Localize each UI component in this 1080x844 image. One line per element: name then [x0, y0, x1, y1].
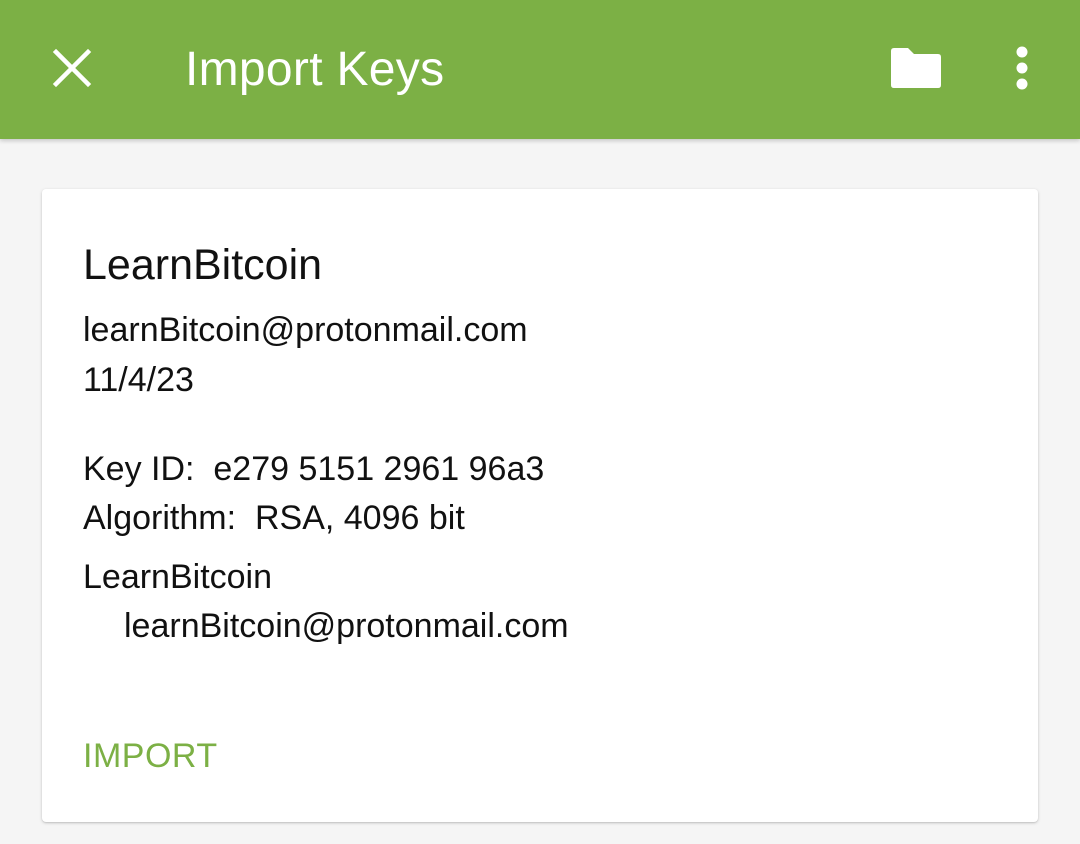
close-icon: [52, 48, 92, 88]
open-folder-button[interactable]: [880, 36, 952, 100]
algorithm-label: Algorithm:: [83, 499, 237, 537]
import-button[interactable]: IMPORT: [83, 734, 218, 778]
key-id-label: Key ID:: [83, 450, 195, 488]
page-title: Import Keys: [185, 43, 445, 96]
user-id-name: LearnBitcoin: [83, 558, 273, 596]
folder-icon: [891, 48, 941, 88]
app-bar: Import Keys: [0, 0, 1080, 139]
key-id-value: e279 5151 2961 96a3: [213, 450, 545, 488]
more-options-button[interactable]: [992, 36, 1052, 100]
key-id-row: Key ID: e279 5151 2961 96a3: [83, 447, 544, 491]
key-name: LearnBitcoin: [83, 241, 323, 289]
close-button[interactable]: [40, 36, 104, 100]
algorithm-row: Algorithm: RSA, 4096 bit: [83, 496, 465, 540]
key-email: learnBitcoin@protonmail.com: [83, 311, 528, 349]
algorithm-value: RSA, 4096 bit: [254, 499, 465, 537]
user-id-email: learnBitcoin@protonmail.com: [124, 607, 569, 645]
key-creation-date: 11/4/23: [83, 361, 194, 399]
key-card: LearnBitcoin learnBitcoin@protonmail.com…: [42, 189, 1038, 822]
more-vertical-icon: [1016, 46, 1028, 90]
